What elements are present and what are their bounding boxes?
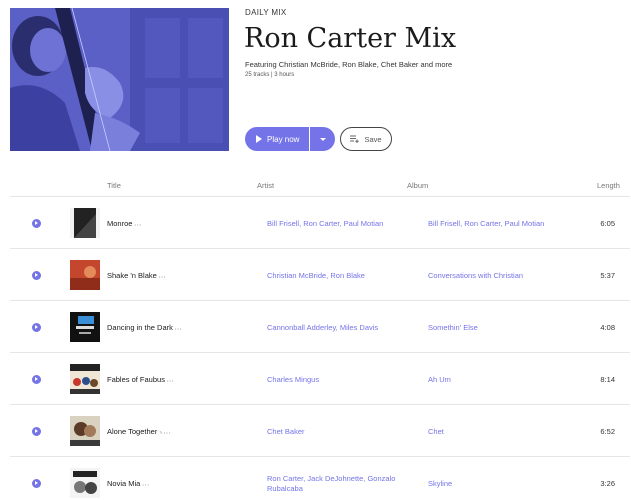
track-title[interactable]: Fables of Faubus • • • [107,375,173,384]
track-row[interactable]: Shake 'n Blake • • • Christian McBride, R… [0,249,631,301]
more-options-icon[interactable]: • • • [167,378,173,383]
play-now-label: Play now [267,134,300,144]
play-track-icon[interactable] [32,271,41,280]
album-art [70,208,100,238]
column-header-title[interactable]: Title [107,181,121,190]
track-row[interactable]: Alone Together ✎ • • • Chet Baker Chet 6:… [0,405,631,457]
track-title[interactable]: Monroe • • • [107,219,141,228]
more-options-icon[interactable]: • • • [159,274,165,279]
track-artist[interactable]: Ron Carter, Jack DeJohnette, Gonzalo Rub… [267,474,395,494]
playlist-title: Ron Carter Mix [244,23,457,54]
playlist-featuring: Featuring Christian McBride, Ron Blake, … [245,60,453,69]
album-art [70,312,100,342]
playlist-cover-image [10,8,229,151]
album-art [70,416,100,446]
track-album[interactable]: Conversations with Christian [428,271,523,281]
track-length: 6:52 [600,427,615,436]
track-length: 4:08 [600,323,615,332]
track-artist-line: Rubalcaba [267,484,303,493]
track-album[interactable]: Chet [428,427,444,437]
play-track-icon[interactable] [32,375,41,384]
track-artist[interactable]: Chet Baker [267,427,305,437]
track-title[interactable]: Dancing in the Dark • • • [107,323,181,332]
album-art [70,364,100,394]
column-header-album[interactable]: Album [407,181,428,190]
more-options-icon[interactable]: • • • [134,222,140,227]
play-track-icon[interactable] [32,479,41,488]
playlist-meta: 25 tracks | 3 hours [245,72,295,78]
more-options-icon[interactable]: ✎ • • • [159,430,170,435]
album-art [70,468,100,498]
track-album[interactable]: Skyline [428,479,452,489]
track-album[interactable]: Somethin' Else [428,323,478,333]
play-icon [256,135,262,143]
playlist-add-icon [350,135,360,143]
column-header-artist[interactable]: Artist [257,181,274,190]
save-button[interactable]: Save [340,127,392,151]
more-options-icon[interactable]: • • • [175,326,181,331]
track-artist[interactable]: Cannonball Adderley, Miles Davis [267,323,378,333]
chevron-down-icon [319,137,326,141]
track-length: 6:05 [600,219,615,228]
play-track-icon[interactable] [32,219,41,228]
playlist-type-label: DAILY MIX [245,8,287,17]
more-options-icon[interactable]: • • • [142,482,148,487]
track-row[interactable]: Novia Mia • • • Ron Carter, Jack DeJohnet… [0,457,631,500]
track-title[interactable]: Alone Together ✎ • • • [107,427,170,436]
track-artist[interactable]: Charles Mingus [267,375,319,385]
track-title[interactable]: Novia Mia • • • [107,479,149,488]
track-title[interactable]: Shake 'n Blake • • • [107,271,165,280]
track-row[interactable]: Dancing in the Dark • • • Cannonball Adde… [0,301,631,353]
track-row[interactable]: Monroe • • • Bill Frisell, Ron Carter, Pa… [0,197,631,249]
album-art [70,260,100,290]
track-length: 3:26 [600,479,615,488]
track-artist[interactable]: Christian McBride, Ron Blake [267,271,365,281]
play-track-icon[interactable] [32,427,41,436]
track-album[interactable]: Bill Frisell, Ron Carter, Paul Motian [428,219,544,229]
save-label: Save [364,134,382,144]
play-now-button[interactable]: Play now [245,127,309,151]
track-artist-line: Ron Carter, Jack DeJohnette, Gonzalo [267,474,396,483]
track-row[interactable]: Fables of Faubus • • • Charles Mingus Ah … [0,353,631,405]
track-album[interactable]: Ah Um [428,375,451,385]
play-options-dropdown-button[interactable] [310,127,335,151]
track-length: 8:14 [600,375,615,384]
track-length: 5:37 [600,271,615,280]
track-artist[interactable]: Bill Frisell, Ron Carter, Paul Motian [267,219,383,229]
play-track-icon[interactable] [32,323,41,332]
column-header-length[interactable]: Length [597,181,620,190]
